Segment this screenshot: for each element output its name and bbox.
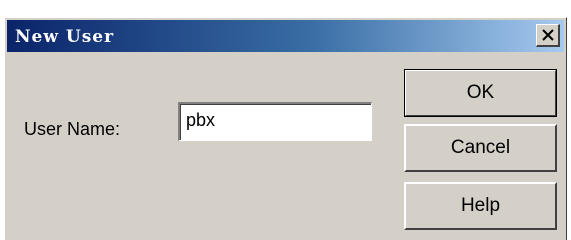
- title-bar[interactable]: New User: [7, 20, 564, 52]
- cancel-button[interactable]: Cancel: [404, 124, 557, 172]
- help-button[interactable]: Help: [404, 182, 557, 230]
- close-icon: [541, 29, 554, 41]
- user-name-input[interactable]: [178, 102, 372, 141]
- dialog-title: New User: [15, 27, 115, 47]
- new-user-dialog: New User User Name: OK Cancel Help: [4, 17, 567, 240]
- ok-button[interactable]: OK: [404, 69, 557, 117]
- close-button[interactable]: [536, 24, 560, 47]
- user-name-label: User Name:: [24, 119, 121, 139]
